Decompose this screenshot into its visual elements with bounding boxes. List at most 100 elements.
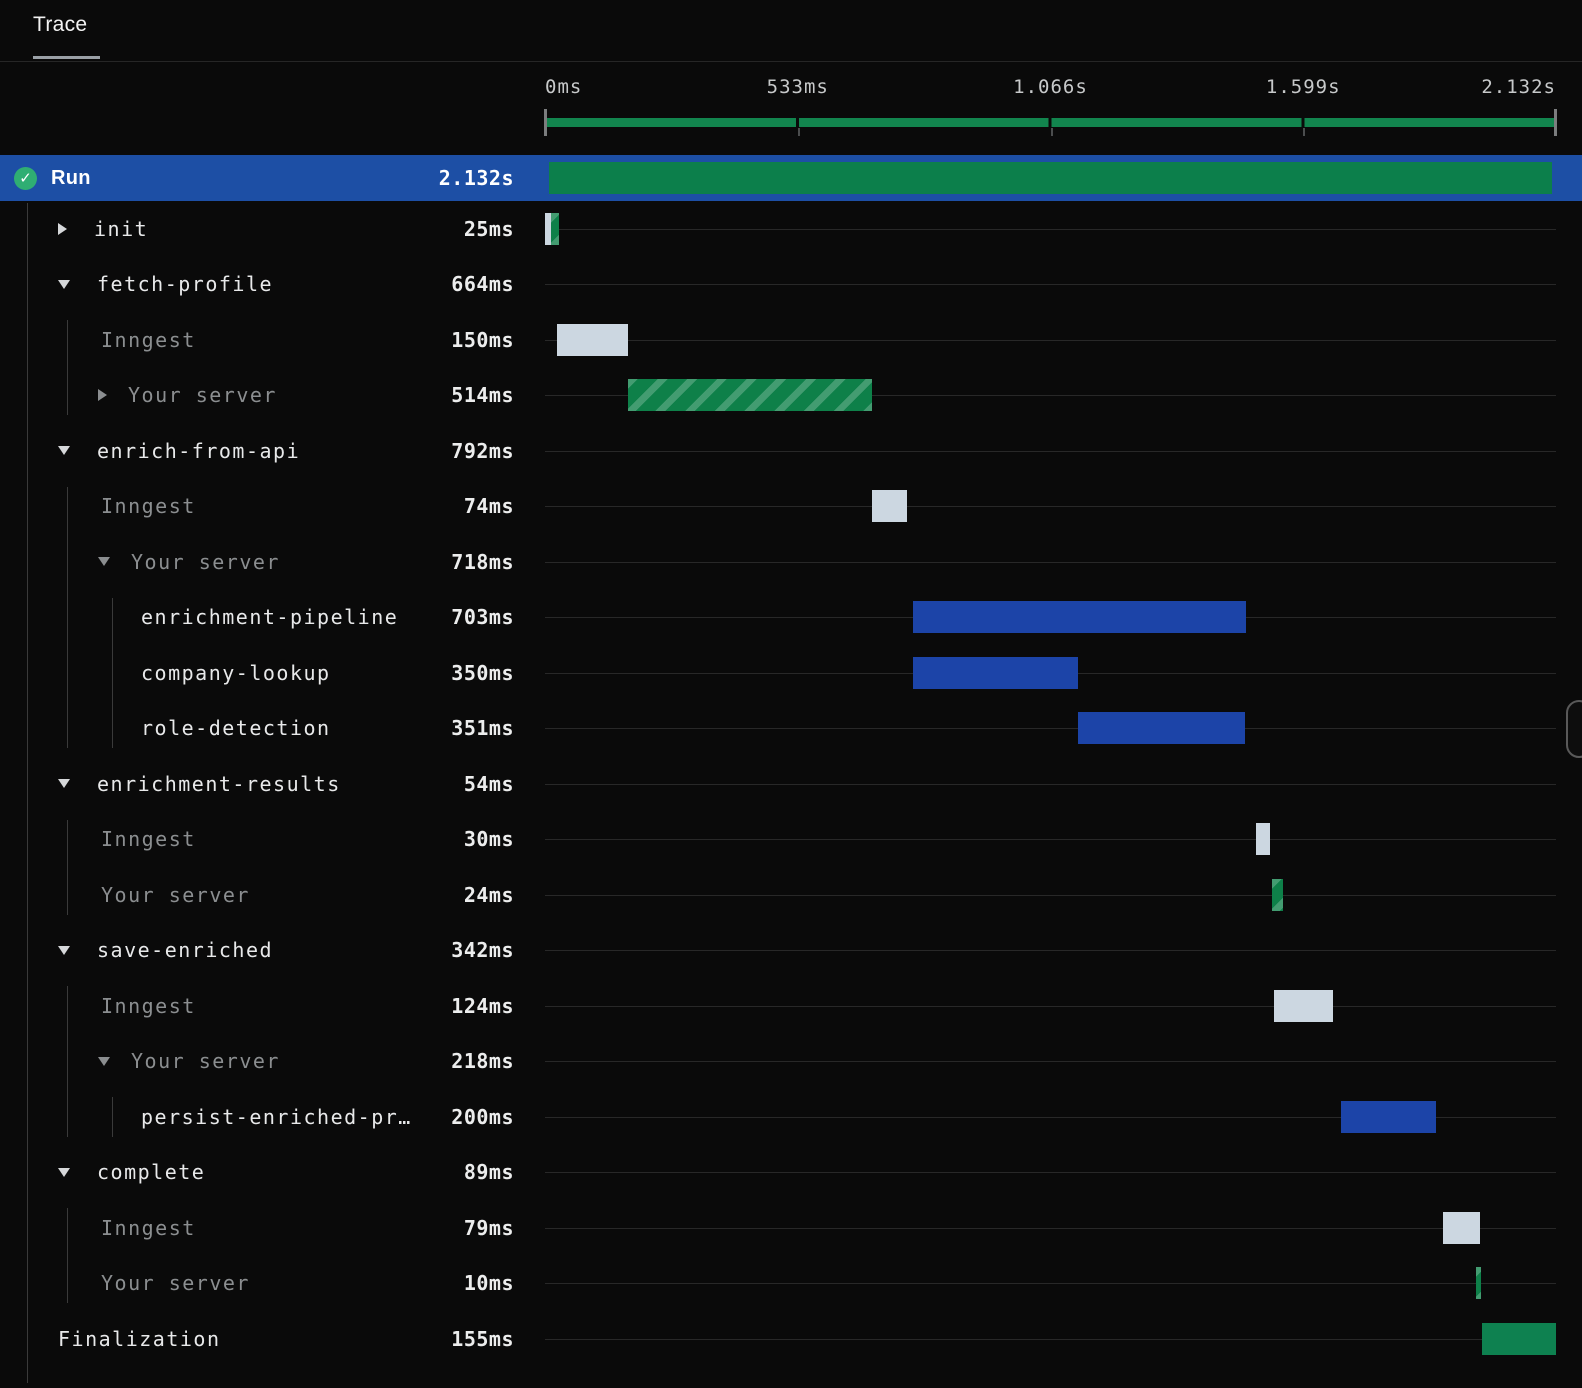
axis-mid-tick xyxy=(1050,128,1053,136)
trace-row-timeline xyxy=(545,812,1556,868)
span-bar[interactable] xyxy=(545,212,560,245)
trace-row-timeline xyxy=(545,257,1556,313)
trace-row[interactable]: complete 89ms xyxy=(0,1145,1582,1201)
collapse-arrow-icon[interactable] xyxy=(58,1167,70,1177)
trace-row-timeline xyxy=(545,1200,1556,1256)
trace-row-label: Inngest xyxy=(101,494,196,519)
trace-row-label: enrichment-results xyxy=(97,771,341,796)
trace-row[interactable]: Finalization 155ms xyxy=(0,1311,1582,1367)
indent-guide xyxy=(27,203,28,1383)
trace-row-duration: 342ms xyxy=(451,938,514,963)
trace-row-label: persist-enriched-pr… xyxy=(141,1104,412,1129)
axis-tick-label: 1.599s xyxy=(1265,76,1341,98)
trace-row-duration: 124ms xyxy=(451,993,514,1018)
span-bar[interactable] xyxy=(1273,989,1333,1022)
indent-guide xyxy=(67,486,68,748)
span-bar[interactable] xyxy=(912,601,1246,634)
trace-row[interactable]: role-detection 351ms xyxy=(0,701,1582,757)
indent-guide xyxy=(112,1097,113,1137)
run-span-bar[interactable] xyxy=(548,162,1553,194)
trace-row[interactable]: company-lookup 350ms xyxy=(0,645,1582,701)
trace-row[interactable]: persist-enriched-pr… 200ms xyxy=(0,1089,1582,1145)
span-bar[interactable] xyxy=(1482,1322,1556,1355)
trace-row[interactable]: Inngest 74ms xyxy=(0,479,1582,535)
trace-row[interactable]: enrichment-pipeline 703ms xyxy=(0,590,1582,646)
trace-row-label: Finalization xyxy=(58,1326,221,1351)
span-bar[interactable] xyxy=(1271,878,1284,911)
span-bar[interactable] xyxy=(556,323,628,356)
indent-guide xyxy=(112,597,113,748)
trace-row-label: Your server xyxy=(128,383,277,408)
trace-row[interactable]: Your server 24ms xyxy=(0,867,1582,923)
trace-row-duration: 351ms xyxy=(451,716,514,741)
span-bar[interactable] xyxy=(1078,712,1245,745)
axis-mid-tick xyxy=(1303,128,1306,136)
trace-row-timeline xyxy=(545,923,1556,979)
trace-row-duration: 350ms xyxy=(451,660,514,685)
trace-row-label: enrichment-pipeline xyxy=(141,605,399,630)
expand-arrow-icon[interactable] xyxy=(58,222,67,235)
span-bar[interactable] xyxy=(1475,1267,1481,1300)
trace-row-timeline xyxy=(545,1089,1556,1145)
trace-row[interactable]: save-enriched 342ms xyxy=(0,923,1582,979)
indent-guide xyxy=(67,1208,68,1303)
trace-row-duration: 54ms xyxy=(463,771,514,796)
span-bar[interactable] xyxy=(1255,823,1271,856)
trace-row-timeline xyxy=(545,201,1556,257)
trace-row-duration: 200ms xyxy=(451,1104,514,1129)
span-bar[interactable] xyxy=(1442,1211,1481,1244)
trace-row[interactable]: Inngest 79ms xyxy=(0,1200,1582,1256)
trace-row[interactable]: enrich-from-api 792ms xyxy=(0,423,1582,479)
axis-tick-label: 0ms xyxy=(545,76,583,98)
trace-row[interactable]: enrichment-results 54ms xyxy=(0,756,1582,812)
trace-row-label: company-lookup xyxy=(141,660,331,685)
collapse-arrow-icon[interactable] xyxy=(98,557,110,567)
trace-row-timeline xyxy=(545,534,1556,590)
trace-row-label: fetch-profile xyxy=(97,272,274,297)
timeline-minimap[interactable] xyxy=(545,118,1556,127)
trace-row-timeline xyxy=(545,756,1556,812)
collapse-arrow-icon[interactable] xyxy=(98,1056,110,1066)
trace-row-label: Your server xyxy=(101,882,250,907)
trace-row[interactable]: init 25ms xyxy=(0,201,1582,257)
collapse-arrow-icon[interactable] xyxy=(58,945,70,955)
collapse-arrow-icon[interactable] xyxy=(58,446,70,456)
axis-end-tick xyxy=(1554,109,1557,136)
run-row-duration: 2.132s xyxy=(438,166,514,190)
scrollbar-thumb[interactable] xyxy=(1566,700,1582,758)
trace-row-duration: 218ms xyxy=(451,1049,514,1074)
status-success-icon: ✓ xyxy=(14,166,37,190)
span-bar[interactable] xyxy=(1340,1100,1436,1133)
run-row[interactable]: ✓ Run 2.132s xyxy=(0,155,1582,201)
trace-row-duration: 74ms xyxy=(463,494,514,519)
axis-mid-tick xyxy=(797,128,800,136)
active-tab-indicator xyxy=(33,56,100,59)
timeline-header: 0ms 533ms 1.066s 1.599s 2.132s xyxy=(544,62,1557,155)
trace-row-duration: 792ms xyxy=(451,438,514,463)
trace-row[interactable]: Your server 10ms xyxy=(0,1256,1582,1312)
trace-row[interactable]: Inngest 30ms xyxy=(0,812,1582,868)
trace-row-label: Inngest xyxy=(101,1215,196,1240)
span-bar[interactable] xyxy=(627,379,872,412)
trace-row-label: Inngest xyxy=(101,327,196,352)
trace-row[interactable]: Inngest 124ms xyxy=(0,978,1582,1034)
collapse-arrow-icon[interactable] xyxy=(58,279,70,289)
tab-trace[interactable]: Trace xyxy=(33,13,100,61)
trace-row[interactable]: Inngest 150ms xyxy=(0,312,1582,368)
trace-row-label: Inngest xyxy=(101,827,196,852)
span-bar[interactable] xyxy=(871,490,907,523)
trace-row[interactable]: fetch-profile 664ms xyxy=(0,257,1582,313)
trace-row-timeline xyxy=(545,867,1556,923)
trace-row[interactable]: Your server 718ms xyxy=(0,534,1582,590)
expand-arrow-icon[interactable] xyxy=(98,389,107,402)
trace-row-timeline xyxy=(545,312,1556,368)
trace-row[interactable]: Your server 218ms xyxy=(0,1034,1582,1090)
span-bar[interactable] xyxy=(912,656,1079,689)
trace-row-timeline xyxy=(545,978,1556,1034)
trace-row[interactable]: Your server 514ms xyxy=(0,368,1582,424)
trace-row-duration: 718ms xyxy=(451,549,514,574)
axis-tick-label: 533ms xyxy=(766,76,829,98)
collapse-arrow-icon[interactable] xyxy=(58,779,70,789)
trace-row-duration: 10ms xyxy=(463,1271,514,1296)
trace-row-timeline xyxy=(545,423,1556,479)
